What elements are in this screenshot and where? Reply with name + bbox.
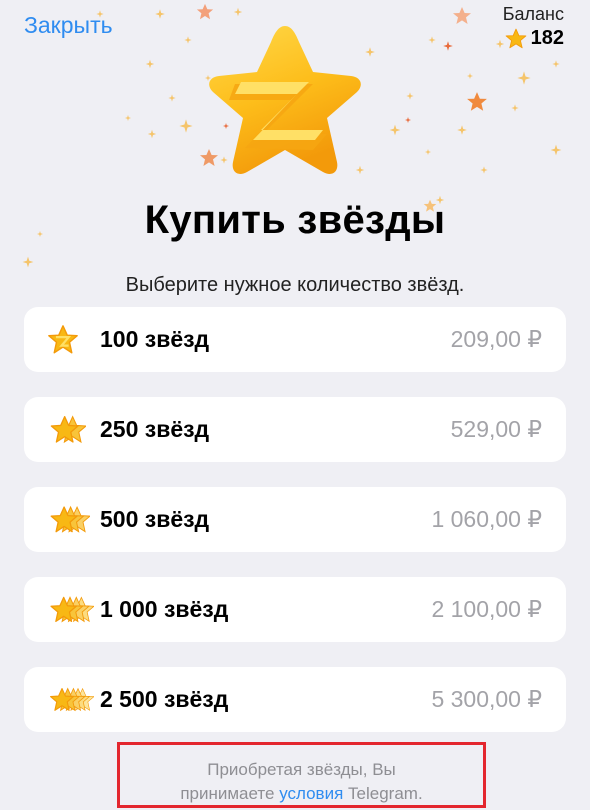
terms-suffix: Telegram. bbox=[343, 784, 423, 803]
terms-line-1: Приобретая звёзды, Вы bbox=[207, 760, 396, 779]
purchase-options-list: 100 звёзд 209,00 ₽ 250 звёзд 529,00 ₽ 50… bbox=[24, 307, 566, 757]
terms-link[interactable]: условия bbox=[279, 784, 343, 803]
option-price: 1 060,00 ₽ bbox=[431, 506, 542, 532]
top-bar: Закрыть Баланс 182 bbox=[0, 0, 590, 60]
terms-line-2: принимаете условия Telegram. bbox=[120, 782, 483, 806]
stars-icon bbox=[46, 680, 94, 720]
terms-prefix: принимаете bbox=[180, 784, 280, 803]
option-label: 2 500 звёзд bbox=[100, 686, 229, 712]
option-250-stars[interactable]: 250 звёзд 529,00 ₽ bbox=[24, 397, 566, 462]
terms-notice: Приобретая звёзды, Вы принимаете условия… bbox=[117, 742, 486, 808]
option-price: 529,00 ₽ bbox=[450, 416, 542, 442]
option-price: 2 100,00 ₽ bbox=[431, 596, 542, 622]
balance-value: 182 bbox=[530, 27, 564, 49]
close-button[interactable]: Закрыть bbox=[24, 12, 113, 39]
option-label: 100 звёзд bbox=[100, 326, 210, 352]
option-label: 500 звёзд bbox=[100, 506, 210, 532]
star-icon bbox=[505, 28, 526, 48]
balance-label: Баланс bbox=[502, 4, 564, 24]
stars-icon bbox=[46, 590, 94, 630]
option-price: 5 300,00 ₽ bbox=[431, 686, 542, 712]
option-label: 250 звёзд bbox=[100, 416, 210, 442]
stars-icon bbox=[46, 410, 94, 450]
star-icon bbox=[46, 320, 94, 360]
option-100-stars[interactable]: 100 звёзд 209,00 ₽ bbox=[24, 307, 566, 372]
option-label: 1 000 звёзд bbox=[100, 596, 229, 622]
page-subtitle: Выберите нужное количество звёзд. bbox=[125, 274, 465, 296]
option-1000-stars[interactable]: 1 000 звёзд 2 100,00 ₽ bbox=[24, 577, 566, 642]
option-price: 209,00 ₽ bbox=[450, 326, 542, 352]
stars-icon bbox=[46, 500, 94, 540]
option-500-stars[interactable]: 500 звёзд 1 060,00 ₽ bbox=[24, 487, 566, 552]
option-2500-stars[interactable]: 2 500 звёзд 5 300,00 ₽ bbox=[24, 667, 566, 732]
balance-widget: Баланс 182 bbox=[503, 4, 564, 50]
page-title: Купить звёзды bbox=[144, 198, 446, 242]
